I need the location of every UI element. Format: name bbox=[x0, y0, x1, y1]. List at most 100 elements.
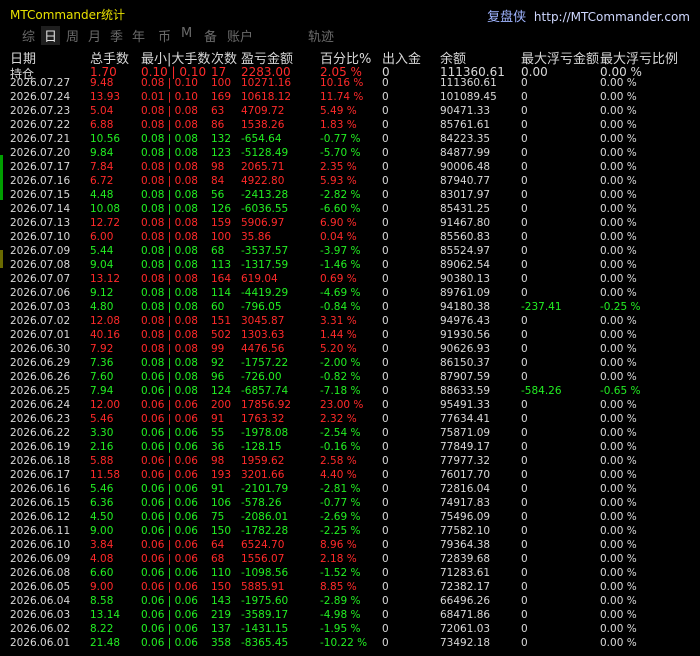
cell-date: 2026.07.09 bbox=[10, 245, 71, 257]
tab-7[interactable]: M bbox=[181, 26, 192, 41]
table-row[interactable]: 2026.06.03 13.14 0.06 | 0.06 219 -3589.17 -4.… bbox=[8, 609, 698, 623]
cell-minmax: 0.08 | 0.08 bbox=[141, 259, 198, 271]
cell-pnl: -726.00 bbox=[241, 371, 282, 383]
cell-maxfloat: 0 bbox=[521, 595, 528, 607]
cell-pnl: -6036.55 bbox=[241, 203, 289, 215]
table-row[interactable]: 2026.07.24 13.93 0.01 | 0.10 169 10618.12 11.… bbox=[8, 91, 698, 105]
table-row[interactable]: 2026.07.08 9.04 0.08 | 0.08 113 -1317.59 -1.4… bbox=[8, 259, 698, 273]
cell-pct: 4.40 % bbox=[320, 469, 357, 481]
cell-count: 110 bbox=[211, 567, 232, 579]
table-row[interactable]: 2026.07.03 4.80 0.08 | 0.08 60 -796.05 -0.84 … bbox=[8, 301, 698, 315]
table-row[interactable]: 2026.07.07 13.12 0.08 | 0.08 164 619.04 0.69 … bbox=[8, 273, 698, 287]
table-row[interactable]: 2026.06.19 2.16 0.06 | 0.06 36 -128.15 -0.16 … bbox=[8, 441, 698, 455]
cell-pct: 23.00 % bbox=[320, 399, 364, 411]
table-row[interactable]: 2026.07.09 5.44 0.08 | 0.08 68 -3537.57 -3.97… bbox=[8, 245, 698, 259]
cell-maxfloat: 0 bbox=[521, 147, 528, 159]
cell-pct: -5.70 % bbox=[320, 147, 361, 159]
cell-count: 36 bbox=[211, 441, 225, 453]
table-row[interactable]: 2026.06.12 4.50 0.06 | 0.06 75 -2086.01 -2.69… bbox=[8, 511, 698, 525]
cell-io: 0 bbox=[382, 623, 389, 635]
tab-2[interactable]: 周 bbox=[66, 26, 79, 45]
cell-maxfloatpct: 0.00 % bbox=[600, 553, 637, 565]
cell-pct: -0.77 % bbox=[320, 497, 361, 509]
tab-8[interactable]: 备 bbox=[204, 26, 217, 45]
table-row[interactable]: 2026.07.13 12.72 0.08 | 0.08 159 5906.97 6.90… bbox=[8, 217, 698, 231]
table-row[interactable]: 2026.06.26 7.60 0.06 | 0.08 96 -726.00 -0.82 … bbox=[8, 371, 698, 385]
tab-3[interactable]: 月 bbox=[88, 26, 101, 45]
table-row[interactable]: 2026.06.16 5.46 0.06 | 0.06 91 -2101.79 -2.81… bbox=[8, 483, 698, 497]
tab-10[interactable]: 轨迹 bbox=[308, 26, 334, 45]
tab-0[interactable]: 综 bbox=[22, 26, 35, 45]
tab-1[interactable]: 日 bbox=[41, 26, 61, 45]
table-row[interactable]: 2026.06.11 9.00 0.06 | 0.06 150 -1782.28 -2.2… bbox=[8, 525, 698, 539]
table-row[interactable]: 2026.06.04 8.58 0.06 | 0.06 143 -1975.60 -2.8… bbox=[8, 595, 698, 609]
cell-maxfloatpct: 0.00 % bbox=[600, 469, 637, 481]
cell-date: 2026.06.23 bbox=[10, 413, 71, 425]
cell-count: 164 bbox=[211, 273, 232, 285]
tab-4[interactable]: 季 bbox=[110, 26, 123, 45]
cell-minmax: 0.08 | 0.08 bbox=[141, 301, 198, 313]
cell-date: 2026.07.15 bbox=[10, 189, 71, 201]
cell-count: 126 bbox=[211, 203, 232, 215]
cell-lots: 10.08 bbox=[90, 203, 121, 215]
table-row[interactable]: 2026.06.01 21.48 0.06 | 0.06 358 -8365.45 -10… bbox=[8, 637, 698, 651]
table-row[interactable]: 2026.06.15 6.36 0.06 | 0.06 106 -578.26 -0.77… bbox=[8, 497, 698, 511]
cell-maxfloatpct: 0.00 % bbox=[600, 399, 637, 411]
tab-9[interactable]: 账户 bbox=[227, 26, 253, 45]
cell-count: 96 bbox=[211, 371, 225, 383]
cell-date: 2026.06.03 bbox=[10, 609, 71, 621]
table-row[interactable]: 2026.07.16 6.72 0.08 | 0.08 84 4922.80 5.93 %… bbox=[8, 175, 698, 189]
table-row[interactable]: 2026.06.08 6.60 0.06 | 0.06 110 -1098.56 -1.5… bbox=[8, 567, 698, 581]
cell-balance: 90380.13 bbox=[440, 273, 491, 285]
table-row[interactable]: 2026.06.24 12.00 0.06 | 0.06 200 17856.92 23.… bbox=[8, 399, 698, 413]
cell-maxfloat: 0 bbox=[521, 511, 528, 523]
table-row[interactable]: 2026.06.10 3.84 0.06 | 0.06 64 6524.70 8.96 %… bbox=[8, 539, 698, 553]
cell-balance: 89761.09 bbox=[440, 287, 491, 299]
cell-minmax: 0.06 | 0.06 bbox=[141, 511, 198, 523]
table-row[interactable]: 2026.06.05 9.00 0.06 | 0.06 150 5885.91 8.85 … bbox=[8, 581, 698, 595]
cell-maxfloat: -237.41 bbox=[521, 301, 562, 313]
cell-lots: 6.60 bbox=[90, 567, 114, 579]
brand-link[interactable]: 复盘侠 http://MTCommander.com bbox=[487, 6, 690, 25]
cell-balance: 75496.09 bbox=[440, 511, 491, 523]
table-row[interactable]: 2026.06.25 7.94 0.06 | 0.08 124 -6857.74 -7.1… bbox=[8, 385, 698, 399]
cell-lots: 12.72 bbox=[90, 217, 121, 229]
cell-lots: 5.44 bbox=[90, 245, 114, 257]
table-row[interactable]: 2026.07.20 9.84 0.08 | 0.08 123 -5128.49 -5.7… bbox=[8, 147, 698, 161]
cell-maxfloatpct: 0.00 % bbox=[600, 455, 637, 467]
table-row[interactable]: 2026.07.23 5.04 0.08 | 0.08 63 4709.72 5.49 %… bbox=[8, 105, 698, 119]
tab-5[interactable]: 年 bbox=[132, 26, 145, 45]
table-row[interactable]: 2026.06.22 3.30 0.06 | 0.06 55 -1978.08 -2.54… bbox=[8, 427, 698, 441]
table-row[interactable]: 2026.06.02 8.22 0.06 | 0.06 137 -1431.15 -1.9… bbox=[8, 623, 698, 637]
table-row[interactable]: 2026.07.27 9.48 0.08 | 0.10 100 10271.16 10.1… bbox=[8, 77, 698, 91]
cell-pct: 0.04 % bbox=[320, 231, 357, 243]
cell-pct: -0.16 % bbox=[320, 441, 361, 453]
table-row[interactable]: 2026.07.15 4.48 0.08 | 0.08 56 -2413.28 -2.82… bbox=[8, 189, 698, 203]
cell-pnl: -654.64 bbox=[241, 133, 282, 145]
cell-lots: 21.48 bbox=[90, 637, 121, 649]
table-row[interactable]: 2026.06.17 11.58 0.06 | 0.06 193 3201.66 4.40… bbox=[8, 469, 698, 483]
cell-lots: 8.58 bbox=[90, 595, 114, 607]
cell-lots: 9.00 bbox=[90, 581, 114, 593]
cell-maxfloatpct: 0.00 % bbox=[600, 539, 637, 551]
cell-date: 2026.06.19 bbox=[10, 441, 71, 453]
table-row[interactable]: 2026.07.22 6.88 0.08 | 0.08 86 1538.26 1.83 %… bbox=[8, 119, 698, 133]
cell-maxfloatpct: -0.25 % bbox=[600, 301, 641, 313]
table-row[interactable]: 2026.07.06 9.12 0.08 | 0.08 114 -4419.29 -4.6… bbox=[8, 287, 698, 301]
table-row[interactable]: 2026.07.21 10.56 0.08 | 0.08 132 -654.64 -0.7… bbox=[8, 133, 698, 147]
table-row[interactable]: 2026.07.01 40.16 0.08 | 0.08 502 1303.63 1.44… bbox=[8, 329, 698, 343]
table-row[interactable]: 2026.06.18 5.88 0.06 | 0.06 98 1959.62 2.58 %… bbox=[8, 455, 698, 469]
cell-maxfloatpct: 0.00 % bbox=[600, 343, 637, 355]
brand-url[interactable]: http://MTCommander.com bbox=[534, 10, 690, 24]
table-row[interactable]: 2026.06.23 5.46 0.06 | 0.06 91 1763.32 2.32 %… bbox=[8, 413, 698, 427]
tab-6[interactable]: 币 bbox=[158, 26, 171, 45]
table-row[interactable]: 2026.06.29 7.36 0.08 | 0.08 92 -1757.22 -2.00… bbox=[8, 357, 698, 371]
table-row[interactable]: 2026.07.02 12.08 0.08 | 0.08 151 3045.87 3.31… bbox=[8, 315, 698, 329]
daily-stats-table: 2026.07.27 9.48 0.08 | 0.10 100 10271.16 10.1… bbox=[8, 77, 698, 651]
table-row[interactable]: 2026.06.09 4.08 0.06 | 0.06 68 1556.07 2.18 %… bbox=[8, 553, 698, 567]
table-row[interactable]: 2026.06.30 7.92 0.08 | 0.08 99 4476.56 5.20 %… bbox=[8, 343, 698, 357]
table-row[interactable]: 2026.07.14 10.08 0.08 | 0.08 126 -6036.55 -6.… bbox=[8, 203, 698, 217]
cell-io: 0 bbox=[382, 105, 389, 117]
table-row[interactable]: 2026.07.10 6.00 0.08 | 0.08 100 35.86 0.04 % 0… bbox=[8, 231, 698, 245]
table-row[interactable]: 2026.07.17 7.84 0.08 | 0.08 98 2065.71 2.35 %… bbox=[8, 161, 698, 175]
